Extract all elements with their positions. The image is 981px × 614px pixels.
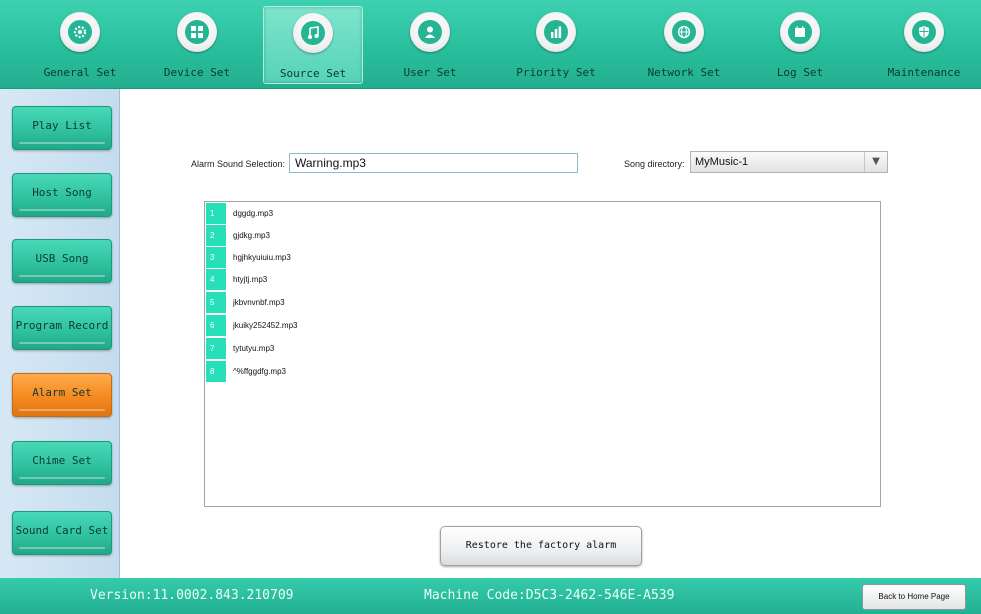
nav-circle (664, 12, 704, 52)
song-name: dggdg.mp3 (233, 209, 274, 218)
calendar-icon (788, 20, 812, 44)
nav-circle (60, 12, 100, 52)
song-number: 5 (206, 292, 226, 314)
nav-label: Priority Set (516, 66, 596, 79)
sidebar-item-label: Chime Set (32, 454, 92, 467)
song-directory-select[interactable]: MyMusic-1 ▼ (690, 151, 888, 173)
button-highlight (19, 142, 105, 144)
sidebar-item-label: Play List (32, 119, 92, 132)
song-list-item[interactable]: 8 ^%ffggdfg.mp3 (206, 361, 806, 383)
globe-icon (672, 20, 696, 44)
nav-circle (536, 12, 576, 52)
sidebar-item-sound-card-set[interactable]: Sound Card Set (12, 511, 112, 555)
song-number: 1 (206, 203, 226, 225)
sidebar: Play List Host Song USB Song Program Rec… (0, 89, 120, 578)
nav-label: Log Set (776, 66, 824, 79)
song-list-item[interactable]: 3 hgjhkyuiuiu.mp3 (206, 247, 806, 269)
gear-icon (68, 20, 92, 44)
song-number: 4 (206, 269, 226, 291)
song-name: ^%ffggdfg.mp3 (233, 367, 286, 376)
song-directory-value: MyMusic-1 (695, 156, 749, 168)
nav-network-set[interactable]: Network Set (634, 6, 734, 84)
nav-label: User Set (403, 66, 457, 79)
nav-priority-set[interactable]: Priority Set (506, 6, 606, 84)
dropdown-arrow-icon[interactable]: ▼ (864, 152, 887, 172)
top-nav-bar: General Set Device Set Source Set User S… (0, 0, 981, 89)
user-icon (418, 20, 442, 44)
machine-code-text: Machine Code:D5C3-2462-546E-A539 (424, 588, 675, 603)
nav-maintenance[interactable]: Maintenance (874, 6, 974, 84)
sidebar-item-program-record[interactable]: Program Record (12, 306, 112, 350)
sidebar-item-label: Program Record (15, 319, 109, 332)
sidebar-item-play-list[interactable]: Play List (12, 106, 112, 150)
song-list-item[interactable]: 2 gjdkg.mp3 (206, 225, 806, 247)
grid-icon (185, 20, 209, 44)
nav-general-set[interactable]: General Set (30, 6, 130, 84)
alarm-sound-label: Alarm Sound Selection: (191, 159, 286, 169)
song-list-item[interactable]: 7 tytutyu.mp3 (206, 338, 806, 360)
shield-icon (912, 20, 936, 44)
nav-source-set[interactable]: Source Set (263, 6, 363, 84)
song-list-item[interactable]: 4 htyjtj.mp3 (206, 269, 806, 291)
song-name: tytutyu.mp3 (233, 344, 275, 353)
alarm-sound-value: Warning.mp3 (295, 156, 366, 170)
song-number: 2 (206, 225, 226, 247)
sidebar-item-alarm-set[interactable]: Alarm Set (12, 373, 112, 417)
sidebar-item-label: Alarm Set (32, 386, 92, 399)
nav-circle (780, 12, 820, 52)
sidebar-item-host-song[interactable]: Host Song (12, 173, 112, 217)
nav-circle (293, 13, 333, 53)
button-highlight (19, 209, 105, 211)
nav-label: General Set (43, 66, 117, 79)
nav-label: Source Set (279, 67, 347, 80)
nav-log-set[interactable]: Log Set (750, 6, 850, 84)
bar-chart-icon (544, 20, 568, 44)
song-number: 7 (206, 338, 226, 360)
song-name: gjdkg.mp3 (233, 231, 270, 240)
song-name: htyjtj.mp3 (233, 275, 268, 284)
sidebar-item-label: Host Song (32, 186, 92, 199)
sidebar-item-usb-song[interactable]: USB Song (12, 239, 112, 283)
song-name: hgjhkyuiuiu.mp3 (233, 253, 291, 262)
sidebar-item-label: Sound Card Set (15, 524, 109, 537)
footer-bar: Version:11.0002.843.210709 Machine Code:… (0, 578, 981, 614)
nav-label: Network Set (647, 66, 721, 79)
song-list-item[interactable]: 5 jkbvnvnbf.mp3 (206, 292, 806, 314)
song-list[interactable]: 1 dggdg.mp3 2 gjdkg.mp3 3 hgjhkyuiuiu.mp… (204, 201, 881, 507)
restore-factory-alarm-button[interactable]: Restore the factory alarm (440, 526, 642, 566)
song-name: jkbvnvnbf.mp3 (233, 298, 285, 307)
nav-user-set[interactable]: User Set (380, 6, 480, 84)
button-highlight (19, 477, 105, 479)
back-to-home-button[interactable]: Back to Home Page (862, 584, 966, 610)
sidebar-item-chime-set[interactable]: Chime Set (12, 441, 112, 485)
nav-device-set[interactable]: Device Set (147, 6, 247, 84)
button-highlight (19, 342, 105, 344)
music-note-icon (301, 21, 325, 45)
song-number: 6 (206, 315, 226, 337)
song-number: 3 (206, 247, 226, 269)
song-directory-label: Song directory: (624, 159, 685, 169)
button-highlight (19, 409, 105, 411)
nav-circle (177, 12, 217, 52)
sidebar-item-label: USB Song (35, 252, 89, 265)
song-name: jkuiky252452.mp3 (233, 321, 298, 330)
nav-label: Device Set (163, 66, 231, 79)
song-number: 8 (206, 361, 226, 383)
button-highlight (19, 275, 105, 277)
version-text: Version:11.0002.843.210709 (90, 588, 294, 603)
nav-circle (904, 12, 944, 52)
song-list-item[interactable]: 1 dggdg.mp3 (206, 203, 806, 225)
alarm-sound-input[interactable]: Warning.mp3 (289, 153, 578, 173)
button-highlight (19, 547, 105, 549)
nav-label: Maintenance (887, 66, 961, 79)
song-list-item[interactable]: 6 jkuiky252452.mp3 (206, 315, 806, 337)
nav-circle (410, 12, 450, 52)
